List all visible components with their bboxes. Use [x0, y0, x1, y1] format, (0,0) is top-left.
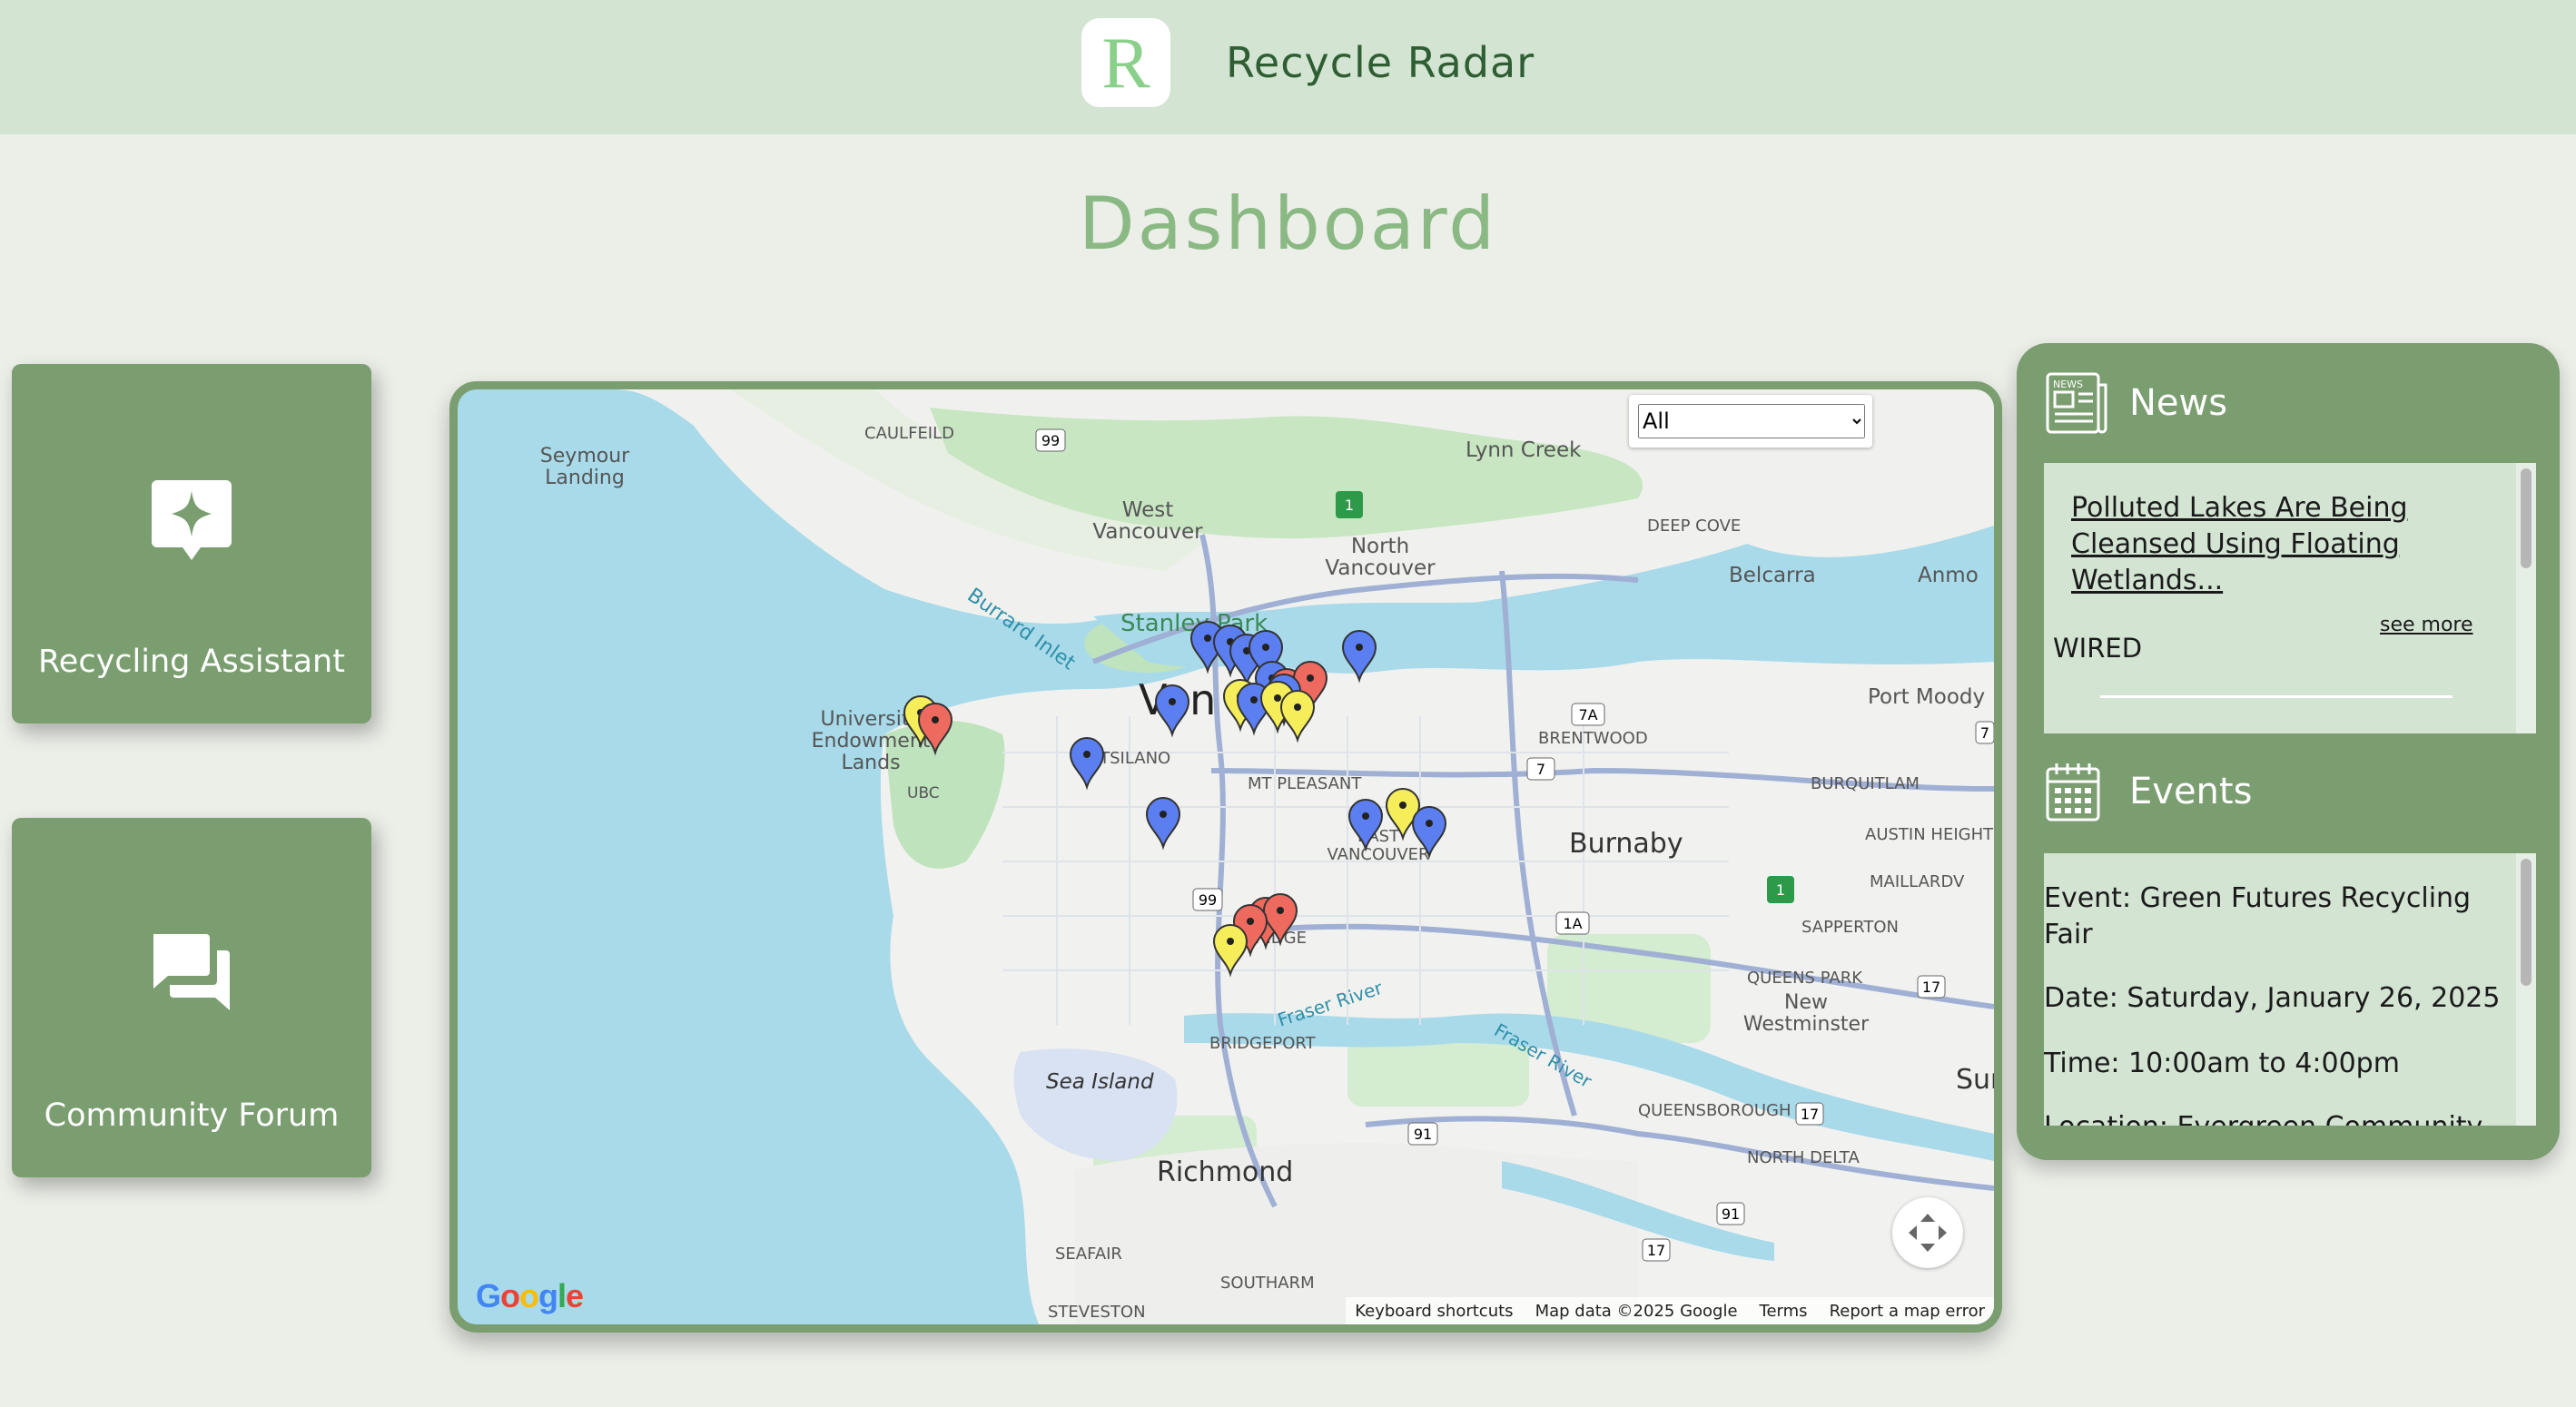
fullscreen-button[interactable] — [1892, 1197, 1963, 1268]
app-logo[interactable]: R — [1081, 18, 1170, 107]
blue-map-pin[interactable] — [1154, 684, 1190, 738]
map-filter-container: All — [1629, 395, 1872, 448]
blue-map-pin[interactable] — [1347, 799, 1384, 852]
news-source: WIRED — [2053, 633, 2143, 664]
events-scrollbar-thumb[interactable] — [2521, 859, 2532, 986]
recycling-assistant-card[interactable]: Recycling Assistant — [12, 364, 371, 723]
news-heading: News — [2129, 382, 2228, 424]
svg-text:R: R — [1101, 24, 1150, 103]
blue-map-pin[interactable] — [1341, 630, 1377, 684]
app-title: Recycle Radar — [1226, 38, 1535, 87]
news-divider — [2100, 695, 2453, 698]
event-location: Location: Evergreen Community — [2044, 1109, 2516, 1126]
community-forum-card[interactable]: Community Forum — [12, 818, 371, 1177]
event-time: Time: 10:00am to 4:00pm — [2044, 1048, 2400, 1079]
forum-icon — [153, 934, 230, 1010]
recycling-map[interactable]: Seymour Landing CAULFEILD Lynn Creek Wes… — [449, 381, 2002, 1333]
keyboard-shortcuts-link[interactable]: Keyboard shortcuts — [1355, 1302, 1513, 1321]
newspaper-icon: NEWS — [2046, 372, 2107, 434]
blue-map-pin[interactable] — [1411, 806, 1447, 860]
blue-map-pin[interactable] — [1069, 737, 1105, 791]
calendar-icon — [2046, 763, 2100, 822]
events-scrollbar[interactable] — [2516, 853, 2536, 1126]
blue-map-pin[interactable] — [1145, 797, 1181, 851]
news-list[interactable]: Polluted Lakes Are Being Cleansed Using … — [2044, 463, 2536, 733]
google-logo: Google — [476, 1277, 584, 1314]
news-events-panel: NEWS News Polluted Lakes Are Being Clean… — [2017, 343, 2560, 1160]
news-see-more-link[interactable]: see more — [2380, 614, 2473, 636]
red-map-pin[interactable] — [917, 703, 953, 756]
news-scrollbar[interactable] — [2516, 463, 2536, 733]
map-data-text: Map data ©2025 Google — [1535, 1301, 1738, 1321]
recycling-assistant-label: Recycling Assistant — [38, 644, 345, 680]
news-header: NEWS News — [2044, 367, 2227, 439]
page-title: Dashboard — [1078, 182, 1498, 266]
events-list[interactable]: Event: Green Futures Recycling Fair Date… — [2044, 853, 2536, 1126]
news-item-title-link[interactable]: Polluted Lakes Are Being Cleansed Using … — [2071, 490, 2462, 599]
svg-text:NEWS: NEWS — [2053, 379, 2083, 390]
community-forum-label: Community Forum — [44, 1097, 340, 1134]
sparkle-chat-icon — [152, 480, 232, 560]
fullscreen-icon — [1909, 1214, 1947, 1252]
map-filter-select[interactable]: All — [1638, 404, 1865, 438]
events-heading: Events — [2129, 771, 2253, 812]
yellow-map-pin[interactable] — [1212, 924, 1249, 978]
map-pins — [903, 621, 1447, 978]
yellow-map-pin[interactable] — [1279, 690, 1316, 743]
terms-link[interactable]: Terms — [1760, 1302, 1808, 1321]
event-date: Date: Saturday, January 26, 2025 — [2044, 982, 2501, 1014]
event-name: Event: Green Futures Recycling Fair — [2044, 882, 2472, 950]
events-header: Events — [2044, 755, 2252, 828]
news-scrollbar-thumb[interactable] — [2521, 468, 2532, 568]
report-map-error-link[interactable]: Report a map error — [1830, 1302, 1985, 1321]
top-bar: R Recycle Radar — [0, 0, 2576, 134]
map-footer: Keyboard shortcuts Map data ©2025 Google… — [1346, 1297, 1994, 1324]
